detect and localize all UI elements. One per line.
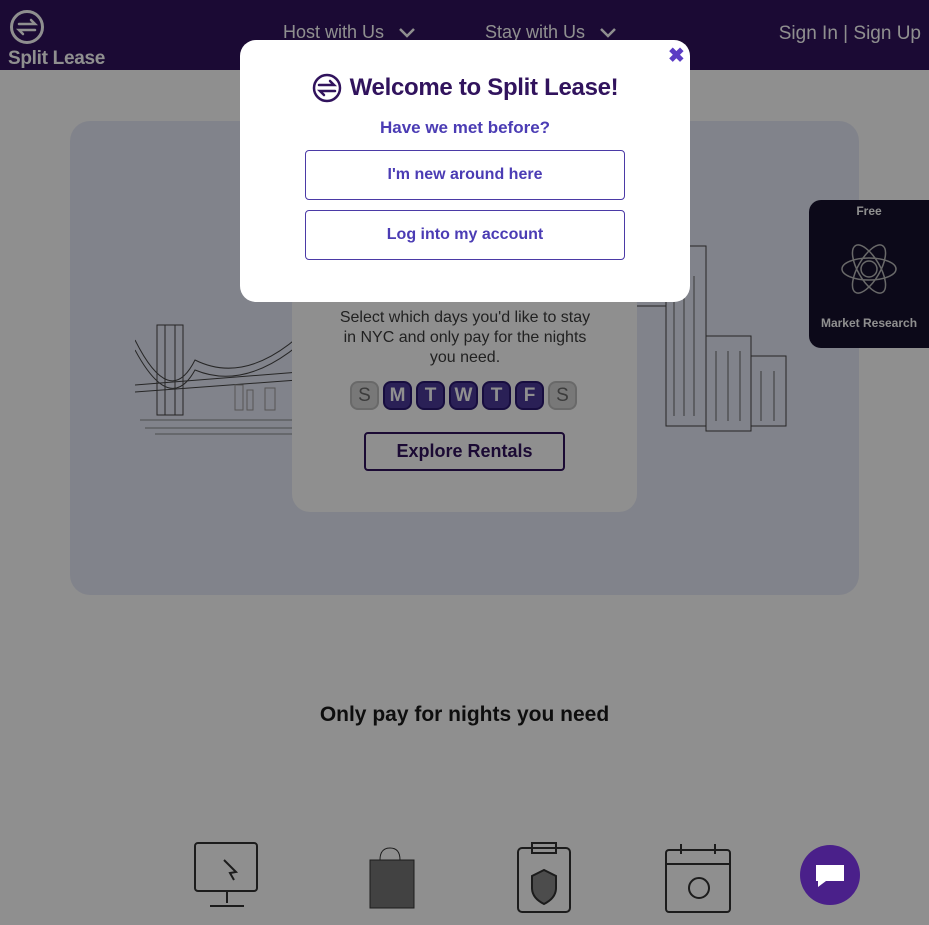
welcome-modal: ✖ Welcome to Split Lease! Have we met be…	[240, 40, 690, 302]
close-icon[interactable]: ✖	[668, 43, 685, 68]
modal-subtitle: Have we met before?	[379, 118, 551, 137]
chat-button[interactable]	[800, 845, 860, 905]
login-button[interactable]: Log into my account	[305, 210, 625, 260]
chat-icon	[816, 865, 844, 887]
new-user-button[interactable]: I'm new around here	[305, 150, 625, 200]
modal-title: Welcome to Split Lease!	[349, 74, 619, 101]
modal-header: Welcome to Split Lease!	[240, 73, 690, 103]
logo-arrows-icon	[312, 73, 341, 103]
